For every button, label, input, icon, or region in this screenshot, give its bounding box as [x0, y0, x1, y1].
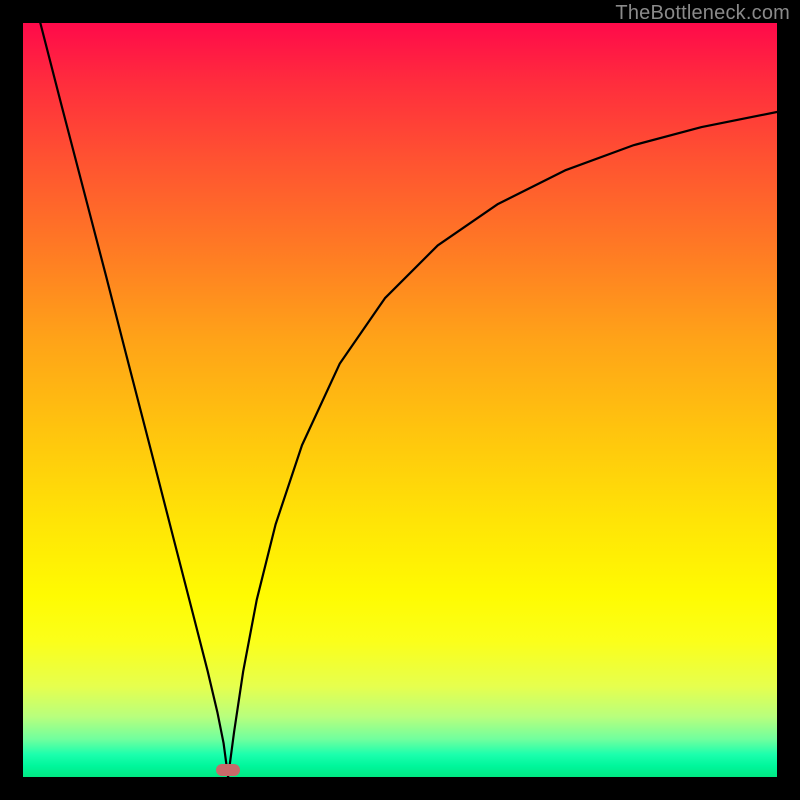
plot-background: [23, 23, 777, 777]
watermark-text: TheBottleneck.com: [615, 2, 790, 25]
min-marker: [216, 764, 240, 776]
chart-container: TheBottleneck.com: [0, 0, 800, 800]
